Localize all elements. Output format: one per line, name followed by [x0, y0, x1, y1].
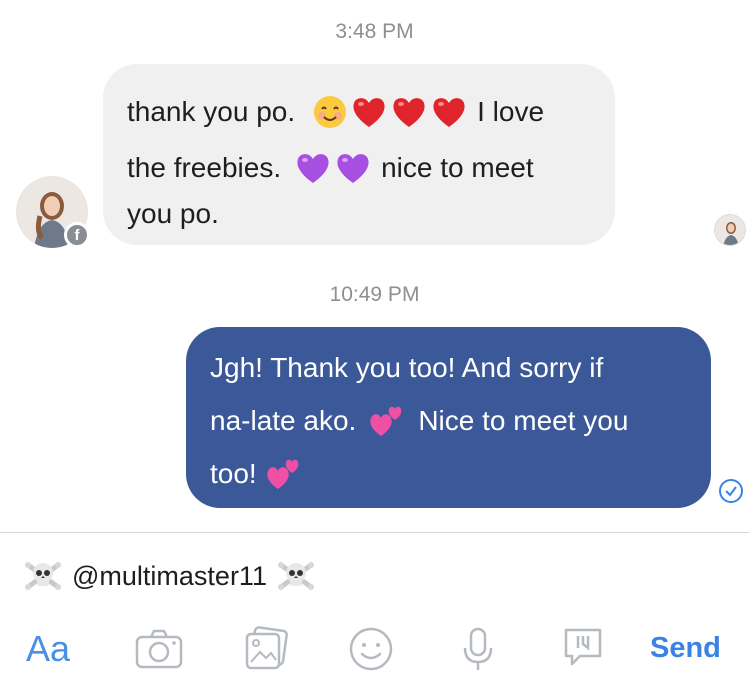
facebook-badge-icon: f	[64, 222, 90, 248]
red-heart-emoji-icon	[393, 98, 425, 127]
message-input-text: @multimaster11	[72, 560, 267, 591]
like-flag-icon	[564, 628, 602, 666]
purple-heart-emoji-icon	[297, 154, 329, 183]
message-text: Nice to meet you	[418, 405, 629, 436]
voice-message-button[interactable]	[460, 626, 496, 674]
red-heart-emoji-icon	[433, 98, 465, 127]
message-input[interactable]: @multimaster11	[24, 556, 315, 596]
purple-heart-emoji-icon	[337, 154, 369, 183]
message-text: I love	[477, 96, 545, 127]
message-text: Jgh! Thank you too! And sorry if	[210, 352, 604, 383]
outgoing-message-bubble[interactable]: Jgh! Thank you too! And sorry if na-late…	[186, 327, 711, 508]
skull-crossbones-emoji-icon	[25, 562, 61, 590]
microphone-icon	[463, 627, 493, 670]
red-heart-emoji-icon	[353, 98, 385, 127]
send-button[interactable]: Send	[650, 632, 721, 665]
timestamp: 10:49 PM	[329, 283, 420, 306]
smiling-face-emoji-icon	[314, 96, 347, 128]
smiley-icon	[349, 627, 393, 671]
incoming-message-bubble[interactable]: thank you po. I love the freebies. nice …	[103, 64, 615, 245]
message-text: thank you po.	[127, 96, 296, 127]
gallery-icon	[245, 626, 288, 670]
like-button[interactable]	[562, 626, 604, 670]
gallery-button[interactable]	[243, 626, 289, 672]
message-text: nice to meet	[381, 152, 534, 183]
timestamp: 3:48 PM	[335, 20, 414, 43]
emoji-button[interactable]	[348, 626, 394, 672]
message-text: you po.	[127, 198, 219, 229]
composer-divider	[0, 532, 749, 533]
camera-button[interactable]	[134, 626, 184, 670]
skull-crossbones-emoji-icon	[277, 562, 314, 590]
two-hearts-emoji-icon	[267, 459, 299, 489]
delivered-check-icon	[719, 479, 743, 503]
camera-icon	[135, 629, 183, 669]
composer-toolbar: Aa Send	[0, 620, 749, 680]
message-text: too!	[210, 458, 257, 489]
message-text: the freebies.	[127, 152, 282, 183]
text-format-button[interactable]: Aa	[26, 628, 70, 670]
seen-by-avatar	[714, 214, 746, 246]
message-text: na-late ako.	[210, 405, 357, 436]
two-hearts-emoji-icon	[370, 406, 402, 436]
